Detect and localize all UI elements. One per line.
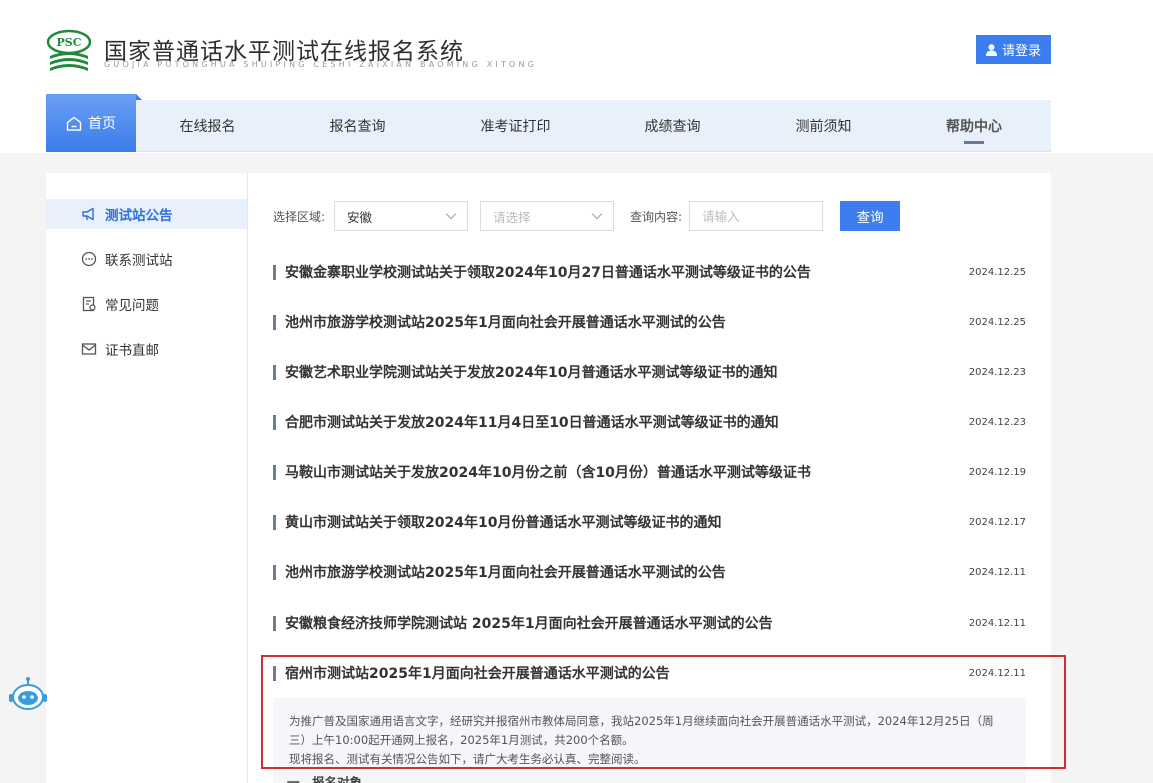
megaphone-icon <box>82 207 94 221</box>
sidebar-item-faq[interactable]: 常见问题 <box>46 289 247 319</box>
list-item[interactable]: 黄山市测试站关于领取2024年10月份普通话水平测试等级证书的通知 2024.1… <box>273 511 1026 533</box>
list-item[interactable]: 合肥市测试站关于发放2024年11月4日至10日普通话水平测试等级证书的通知 2… <box>273 411 1026 433</box>
region-select[interactable]: 安徽 <box>334 201 469 231</box>
query-input[interactable] <box>689 201 824 231</box>
sidebar-item-contact[interactable]: 联系测试站 <box>46 244 247 274</box>
main-nav: 首页 在线报名 报名查询 准考证打印 成绩查询 测前须知 帮助中心 <box>46 94 1051 152</box>
list-item[interactable]: 安徽艺术职业学院测试站关于发放2024年10月普通话水平测试等级证书的通知 20… <box>273 361 1026 383</box>
user-icon <box>985 43 997 56</box>
chevron-down-icon <box>591 213 603 220</box>
login-label: 请登录 <box>1001 44 1041 59</box>
sidebar-item-announcements[interactable]: 测试站公告 <box>46 199 247 229</box>
city-select[interactable]: 请选择 <box>480 201 615 231</box>
psc-logo: PSC <box>46 29 92 71</box>
nav-item-score-query[interactable]: 成绩查询 <box>595 100 750 152</box>
filter-bar: 选择区域: 安徽 请选择 查询内容: 查询 <box>273 201 901 231</box>
query-label: 查询内容: <box>630 209 683 224</box>
list-item[interactable]: 安徽金寨职业学校测试站关于领取2024年10月27日普通话水平测试等级证书的公告… <box>273 261 1026 283</box>
content-panel: 测试站公告 联系测试站 常见问题 证书直邮 选择区域: 安徽 请选择 查询内容:… <box>46 173 1051 783</box>
login-button[interactable]: 请登录 <box>976 35 1051 64</box>
list-item-expanded[interactable]: 宿州市测试站2025年1月面向社会开展普通话水平测试的公告 2024.12.11 <box>273 662 1026 684</box>
query-button[interactable]: 查询 <box>840 201 901 231</box>
home-icon <box>66 116 82 131</box>
document-icon <box>82 296 96 312</box>
nav-item-admission-ticket[interactable]: 准考证打印 <box>436 100 595 152</box>
sidebar-item-certificate-mail[interactable]: 证书直邮 <box>46 334 247 364</box>
robot-assistant-icon[interactable] <box>6 675 50 715</box>
sidebar: 测试站公告 联系测试站 常见问题 证书直邮 <box>46 173 248 783</box>
active-tab-indicator <box>964 141 984 144</box>
nav-item-registration-query[interactable]: 报名查询 <box>279 100 436 152</box>
svg-text:PSC: PSC <box>57 36 82 49</box>
list-item[interactable]: 池州市旅游学校测试站2025年1月面向社会开展普通话水平测试的公告 2024.1… <box>273 561 1026 583</box>
chat-icon <box>81 251 97 267</box>
nav-item-help-center[interactable]: 帮助中心 <box>897 100 1051 152</box>
excerpt-heading: 一、报名对象 <box>287 775 363 783</box>
region-label: 选择区域: <box>273 209 326 224</box>
nav-item-pre-test-notice[interactable]: 测前须知 <box>750 100 897 152</box>
notice-excerpt: 为推广普及国家通用语言文字，经研究并报宿州市教体局同意，我站2025年1月继续面… <box>273 698 1026 783</box>
header: PSC 国家普通话水平测试在线报名系统 GUOJIA PUTONGHUA SHU… <box>0 0 1153 100</box>
mail-icon <box>81 343 97 355</box>
chevron-down-icon <box>445 213 457 220</box>
list-item[interactable]: 马鞍山市测试站关于发放2024年10月份之前（含10月份）普通话水平测试等级证书… <box>273 461 1026 483</box>
nav-item-online-registration[interactable]: 在线报名 <box>136 100 279 152</box>
list-item[interactable]: 池州市旅游学校测试站2025年1月面向社会开展普通话水平测试的公告 2024.1… <box>273 311 1026 333</box>
list-item[interactable]: 安徽粮食经济技师学院测试站 2025年1月面向社会开展普通话水平测试的公告 20… <box>273 612 1026 634</box>
nav-item-home[interactable]: 首页 <box>46 94 142 152</box>
site-subtitle: GUOJIA PUTONGHUA SHUIPING CESHI ZAIXIAN … <box>104 60 538 69</box>
